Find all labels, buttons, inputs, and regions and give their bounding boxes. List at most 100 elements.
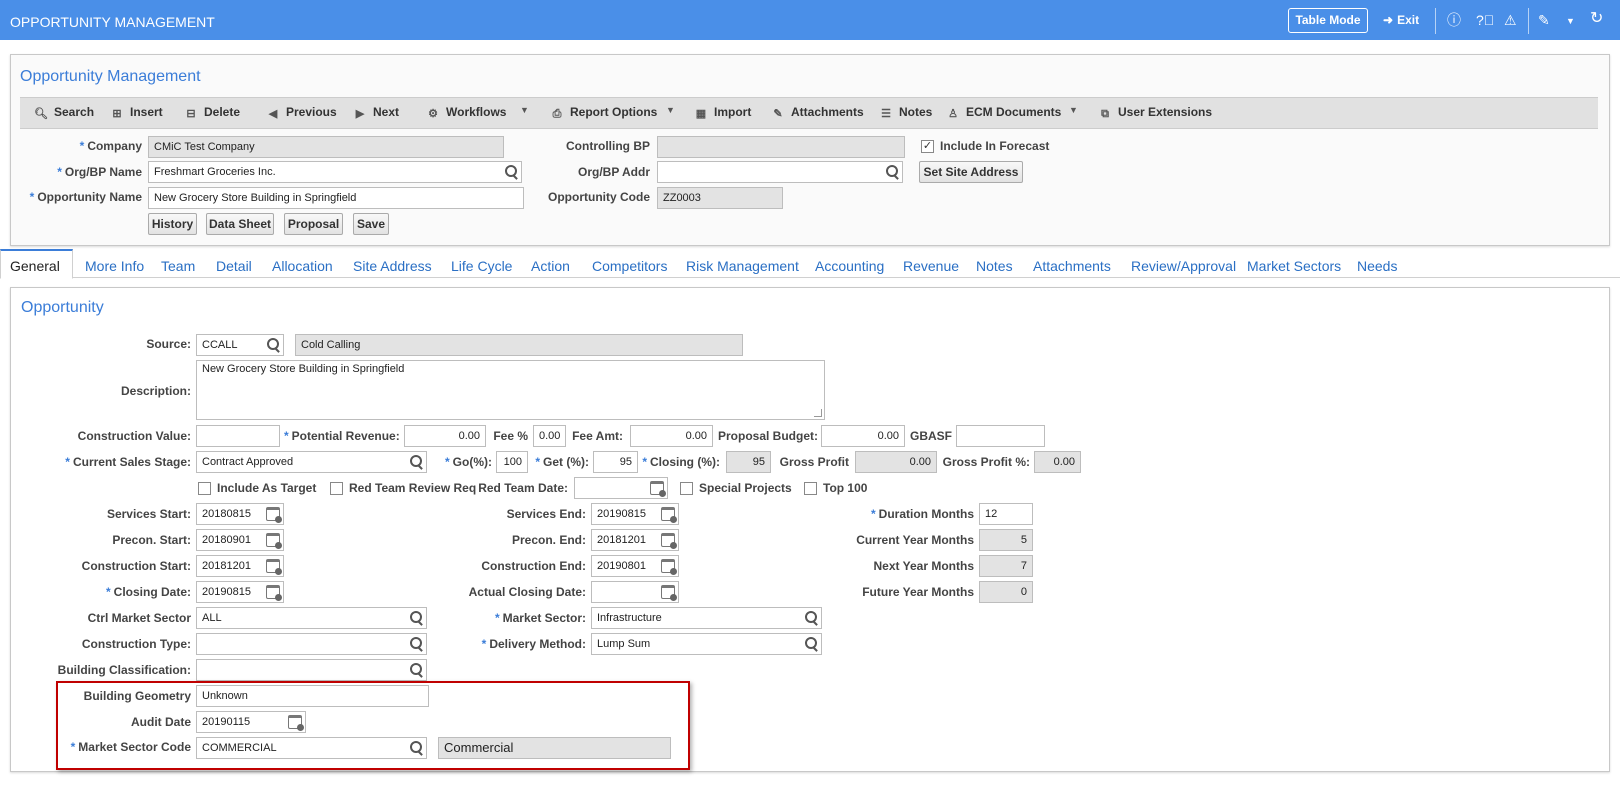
include-as-target-checkbox[interactable] [198, 482, 211, 495]
tab-market-sectors[interactable]: Market Sectors [1247, 257, 1341, 275]
search-button[interactable]: 🔍︎ Search [34, 104, 94, 120]
opportunity-name-input[interactable]: New Grocery Store Building in Springfiel… [148, 187, 524, 209]
construction-end-input[interactable]: 20190801 [591, 555, 679, 577]
tab-action[interactable]: Action [531, 257, 570, 275]
building-geometry-input[interactable]: Unknown [196, 685, 429, 707]
precon-start-input[interactable]: 20180901 [196, 529, 284, 551]
calendar-icon[interactable] [661, 559, 677, 575]
calendar-icon[interactable] [650, 481, 666, 497]
table-mode-button[interactable]: Table Mode [1288, 8, 1368, 33]
special-projects-checkbox[interactable] [680, 482, 693, 495]
calendar-icon[interactable] [266, 559, 282, 575]
chevron-down-icon[interactable]: ▼ [666, 105, 675, 115]
tab-revenue[interactable]: Revenue [903, 257, 959, 275]
tab-detail[interactable]: Detail [216, 257, 252, 275]
delete-button[interactable]: ⊟ Delete [184, 104, 240, 120]
calendar-icon[interactable] [266, 507, 282, 523]
closing-date-input[interactable]: 20190815 [196, 581, 284, 603]
org-bp-name-input[interactable]: Freshmart Groceries Inc. [148, 161, 522, 183]
save-button[interactable]: Save [353, 213, 389, 235]
tab-life-cycle[interactable]: Life Cycle [451, 257, 512, 275]
tab-risk-management[interactable]: Risk Management [686, 257, 799, 275]
ctrl-market-sector-input[interactable]: ALL [196, 607, 427, 629]
report-options-button[interactable]: ⎙ Report Options [550, 104, 658, 120]
tab-team[interactable]: Team [161, 257, 195, 275]
market-sector-code-input[interactable]: COMMERCIAL [196, 737, 427, 759]
calendar-icon[interactable] [266, 533, 282, 549]
calendar-icon[interactable] [661, 533, 677, 549]
chevron-down-icon[interactable]: ▼ [1566, 13, 1575, 29]
calendar-icon[interactable] [661, 507, 677, 523]
top-100-checkbox[interactable] [804, 482, 817, 495]
potential-revenue-input[interactable]: 0.00 [404, 425, 486, 447]
include-in-forecast-checkbox[interactable] [921, 140, 934, 153]
warning-icon[interactable]: ⚠ [1504, 12, 1517, 28]
red-team-review-checkbox[interactable] [330, 482, 343, 495]
description-textarea[interactable]: New Grocery Store Building in Springfiel… [196, 360, 825, 420]
proposal-button[interactable]: Proposal [284, 213, 343, 235]
next-button[interactable]: ▶ Next [353, 104, 399, 120]
attachments-button[interactable]: ✎ Attachments [771, 104, 863, 120]
ecm-documents-button[interactable]: ♙ ECM Documents [946, 104, 1061, 120]
search-icon[interactable] [410, 455, 422, 469]
calendar-icon[interactable] [661, 585, 677, 601]
refresh-icon[interactable]: ↻ [1590, 11, 1603, 27]
insert-button[interactable]: ⊞ Insert [110, 104, 162, 120]
search-icon[interactable] [505, 165, 517, 179]
current-sales-stage-input[interactable]: Contract Approved [196, 451, 427, 473]
construction-type-input[interactable] [196, 633, 427, 655]
search-icon[interactable] [410, 637, 422, 651]
fee-amt-input[interactable]: 0.00 [630, 425, 713, 447]
chevron-down-icon[interactable]: ▼ [1069, 105, 1078, 115]
org-bp-addr-input[interactable] [657, 161, 903, 183]
services-start-input[interactable]: 20180815 [196, 503, 284, 525]
search-icon[interactable] [267, 338, 279, 352]
tab-competitors[interactable]: Competitors [592, 257, 667, 275]
proposal-budget-input[interactable]: 0.00 [821, 425, 905, 447]
info-icon[interactable]: ⓘ [1447, 12, 1461, 28]
search-icon[interactable] [886, 165, 898, 179]
gbasf-input[interactable] [956, 425, 1045, 447]
get-pct-input[interactable]: 95 [593, 451, 638, 473]
construction-start-input[interactable]: 20181201 [196, 555, 284, 577]
tab-notes[interactable]: Notes [976, 257, 1013, 275]
resize-handle[interactable] [814, 409, 822, 417]
help-icon[interactable]: ?⃝ [1476, 12, 1494, 28]
set-site-address-button[interactable]: Set Site Address [919, 161, 1023, 183]
calendar-icon[interactable] [266, 585, 282, 601]
duration-months-input[interactable]: 12 [979, 503, 1033, 525]
source-input[interactable]: CCALL [196, 334, 284, 356]
market-sector-input[interactable]: Infrastructure [591, 607, 822, 629]
tab-accounting[interactable]: Accounting [815, 257, 884, 275]
workflows-button[interactable]: ⚙ Workflows [426, 104, 506, 120]
tab-allocation[interactable]: Allocation [272, 257, 333, 275]
go-pct-input[interactable]: 100 [496, 451, 528, 473]
red-team-date-input[interactable] [574, 477, 668, 499]
actual-closing-date-input[interactable] [591, 581, 679, 603]
notes-button[interactable]: ☰ Notes [879, 104, 932, 120]
fee-pct-input[interactable]: 0.00 [533, 425, 566, 447]
tab-more-info[interactable]: More Info [85, 257, 144, 275]
precon-end-input[interactable]: 20181201 [591, 529, 679, 551]
import-button[interactable]: ▦ Import [694, 104, 752, 120]
delivery-method-input[interactable]: Lump Sum [591, 633, 822, 655]
building-classification-input[interactable] [196, 659, 427, 681]
services-end-input[interactable]: 20190815 [591, 503, 679, 525]
audit-date-input[interactable]: 20190115 [196, 711, 306, 733]
edit-icon[interactable]: ✎ [1538, 12, 1550, 28]
search-icon[interactable] [410, 611, 422, 625]
tab-site-address[interactable]: Site Address [353, 257, 432, 275]
tab-attachments[interactable]: Attachments [1033, 257, 1111, 275]
history-button[interactable]: History [148, 213, 197, 235]
search-icon[interactable] [410, 663, 422, 677]
construction-value-input[interactable] [196, 425, 280, 447]
calendar-icon[interactable] [288, 715, 304, 731]
search-icon[interactable] [805, 637, 817, 651]
search-icon[interactable] [410, 741, 422, 755]
tab-review-approval[interactable]: Review/Approval [1131, 257, 1236, 275]
tab-general[interactable]: General [10, 257, 60, 275]
search-icon[interactable] [805, 611, 817, 625]
exit-button[interactable]: ➜ Exit [1383, 12, 1419, 28]
user-extensions-button[interactable]: ⧉ User Extensions [1098, 104, 1212, 120]
data-sheet-button[interactable]: Data Sheet [206, 213, 274, 235]
